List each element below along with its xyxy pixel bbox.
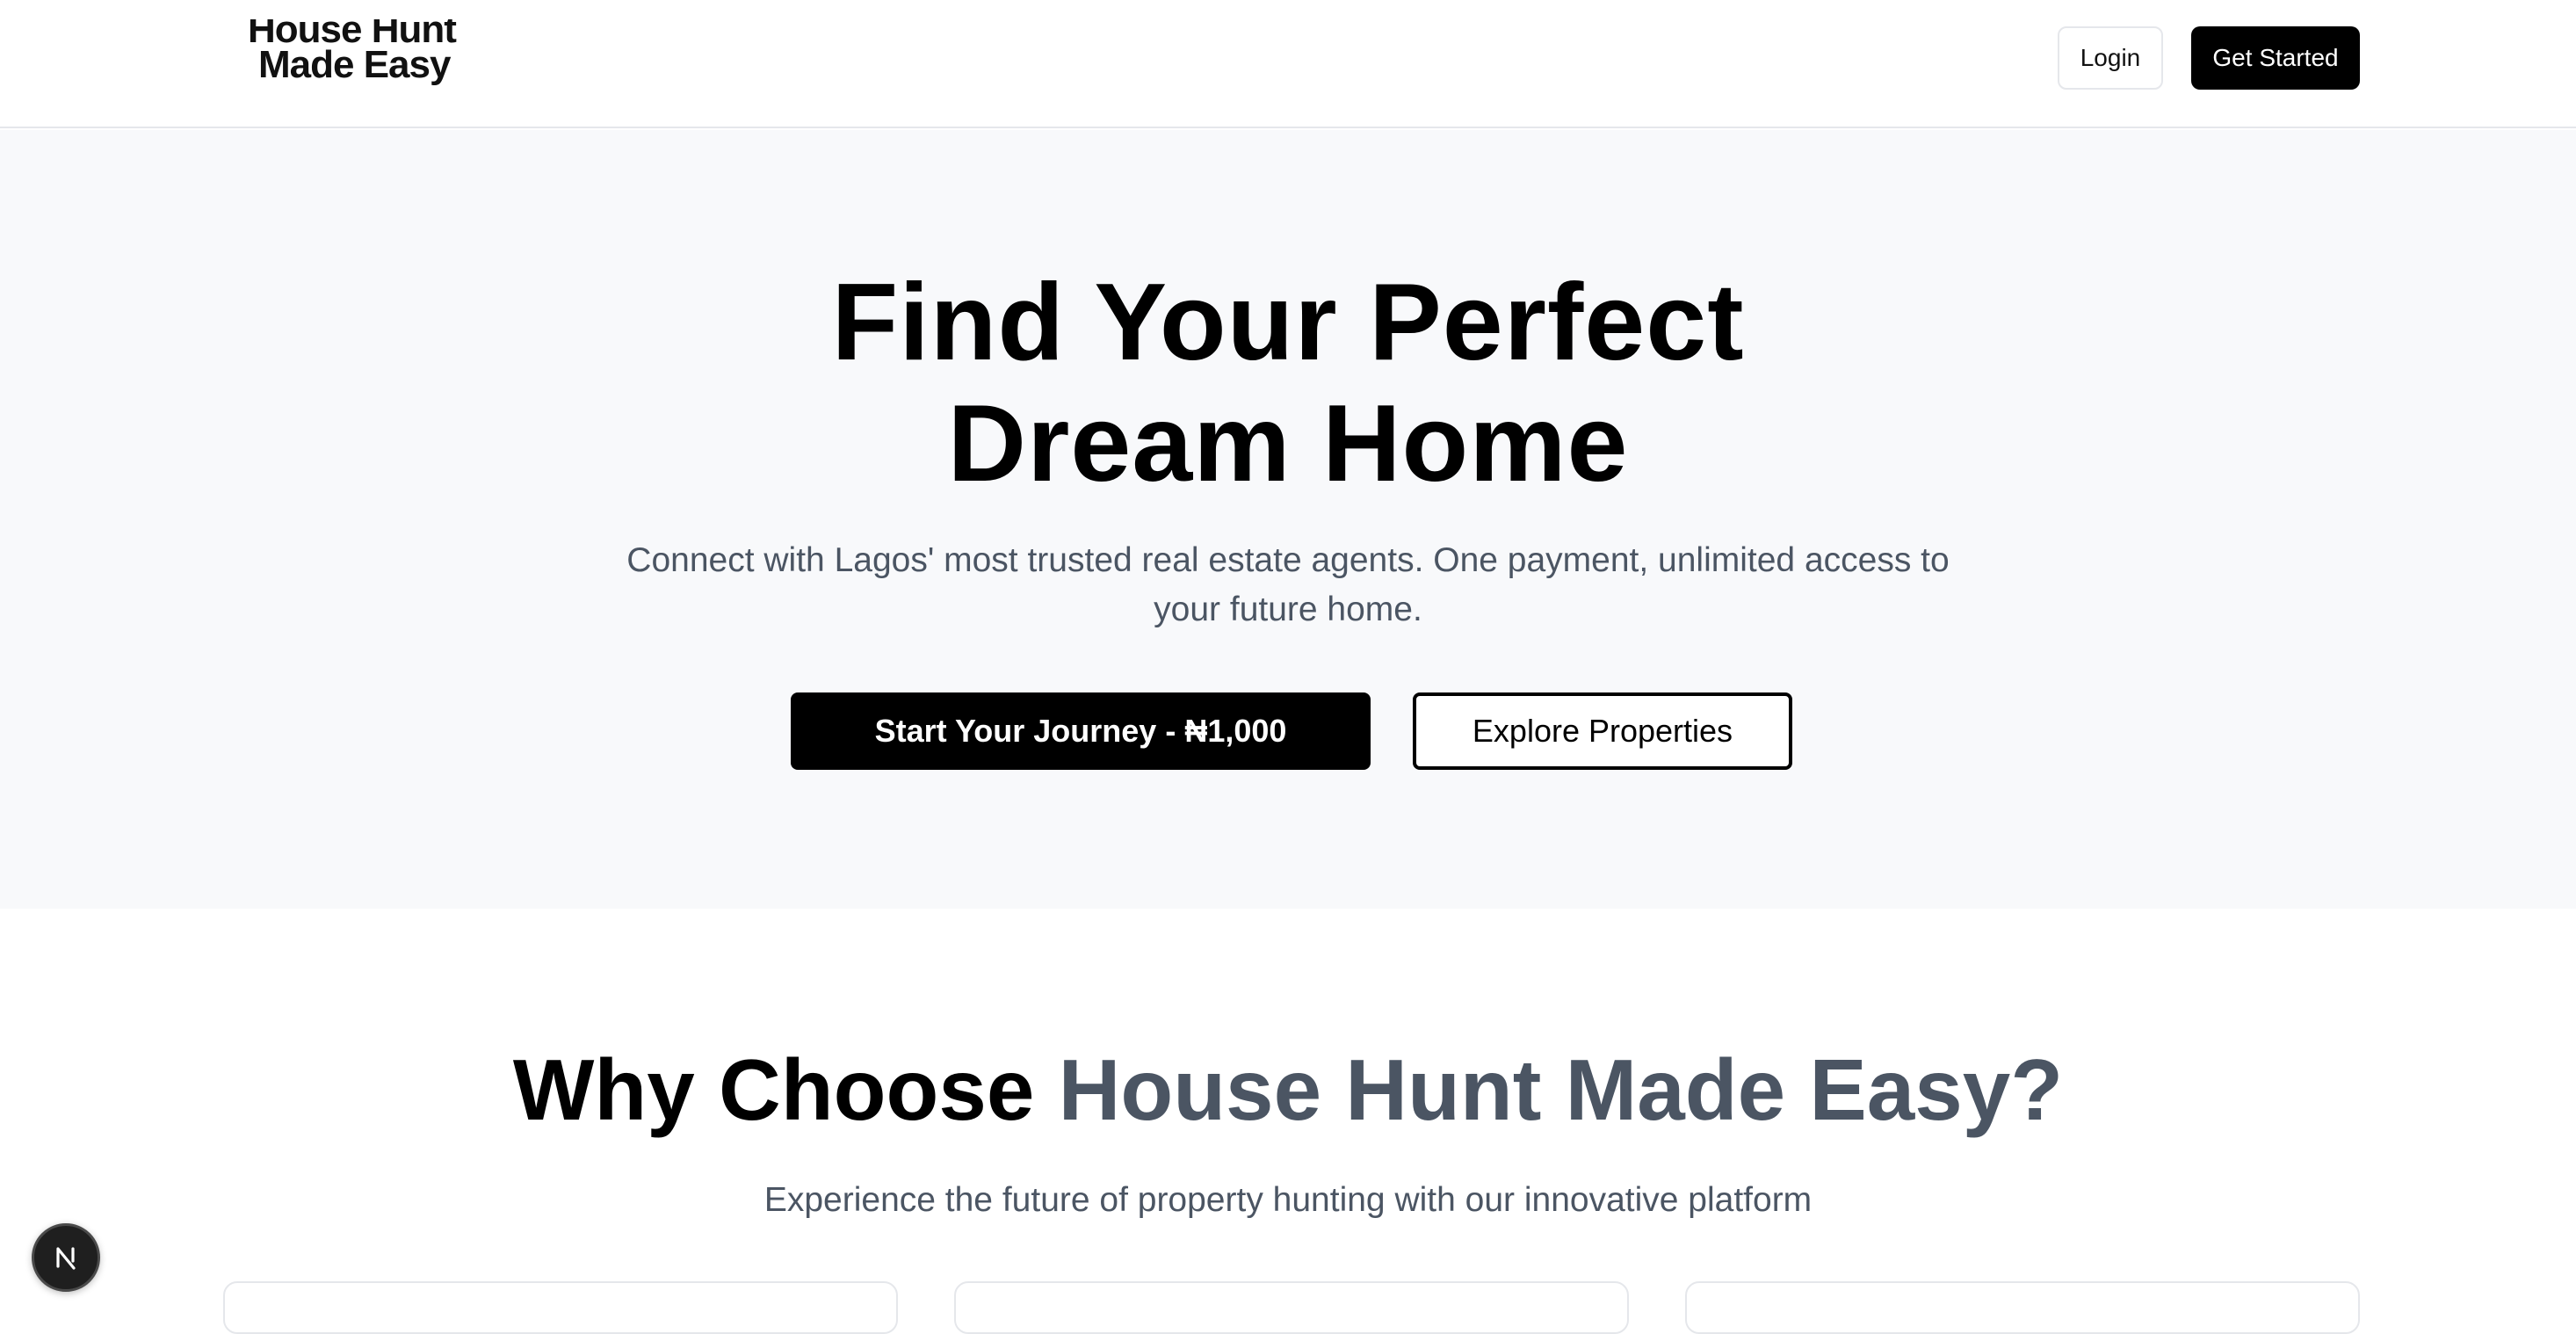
why-title-accent: House Hunt Made Easy?	[1058, 1041, 2064, 1138]
hero-title-line-2: Dream Home	[947, 383, 1629, 504]
login-button[interactable]: Login	[2058, 26, 2163, 90]
site-logo[interactable]: House Hunt Made Easy	[248, 19, 476, 98]
get-started-button[interactable]: Get Started	[2191, 26, 2360, 90]
logo-line-2: Made Easy	[258, 43, 451, 86]
site-header: House Hunt Made Easy Login Get Started	[0, 0, 2576, 128]
hero-title: Find Your Perfect Dream Home	[0, 262, 2576, 504]
feature-card	[1685, 1281, 2360, 1334]
nextjs-dev-badge[interactable]	[32, 1223, 100, 1292]
explore-properties-button[interactable]: Explore Properties	[1413, 692, 1792, 770]
why-choose-subtitle: Experience the future of property huntin…	[763, 1181, 1813, 1219]
why-title-prefix: Why Choose	[512, 1041, 1059, 1138]
nextjs-n-icon	[56, 1247, 76, 1270]
hero-subtitle: Connect with Lagos' most trusted real es…	[626, 541, 1950, 628]
feature-card	[954, 1281, 1629, 1334]
start-journey-button[interactable]: Start Your Journey - ₦1,000	[791, 692, 1371, 770]
why-choose-heading: Why Choose House Hunt Made Easy?	[0, 1037, 2576, 1142]
hero-section: Find Your Perfect Dream Home Connect wit…	[0, 130, 2576, 909]
feature-card	[223, 1281, 898, 1334]
hero-title-line-1: Find Your Perfect	[831, 262, 1745, 383]
